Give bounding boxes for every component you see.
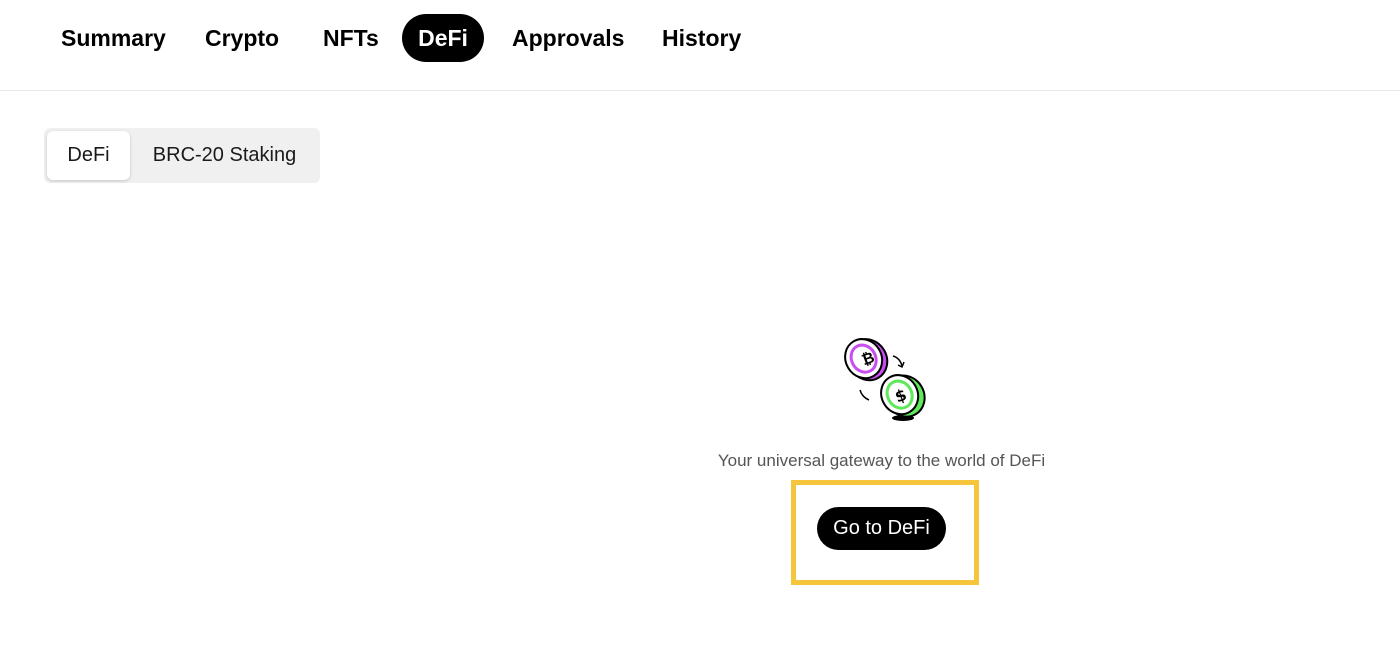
- segment-brc20-staking[interactable]: BRC-20 Staking: [142, 131, 307, 180]
- tab-defi[interactable]: DeFi: [402, 14, 484, 62]
- go-to-defi-button[interactable]: Go to DeFi: [817, 507, 946, 550]
- empty-state-tagline: Your universal gateway to the world of D…: [717, 451, 1046, 470]
- tab-approvals[interactable]: Approvals: [512, 14, 624, 62]
- tab-crypto[interactable]: Crypto: [205, 14, 279, 62]
- tab-nfts[interactable]: NFTs: [323, 14, 379, 62]
- segmented-control: DeFi BRC-20 Staking: [44, 128, 320, 183]
- tab-history[interactable]: History: [662, 14, 741, 62]
- segment-defi[interactable]: DeFi: [47, 131, 130, 180]
- top-nav: Summary Crypto NFTs DeFi Approvals Histo…: [0, 0, 1400, 91]
- tab-summary[interactable]: Summary: [61, 14, 166, 62]
- coin-swap-icon: ₿ $: [838, 334, 928, 424]
